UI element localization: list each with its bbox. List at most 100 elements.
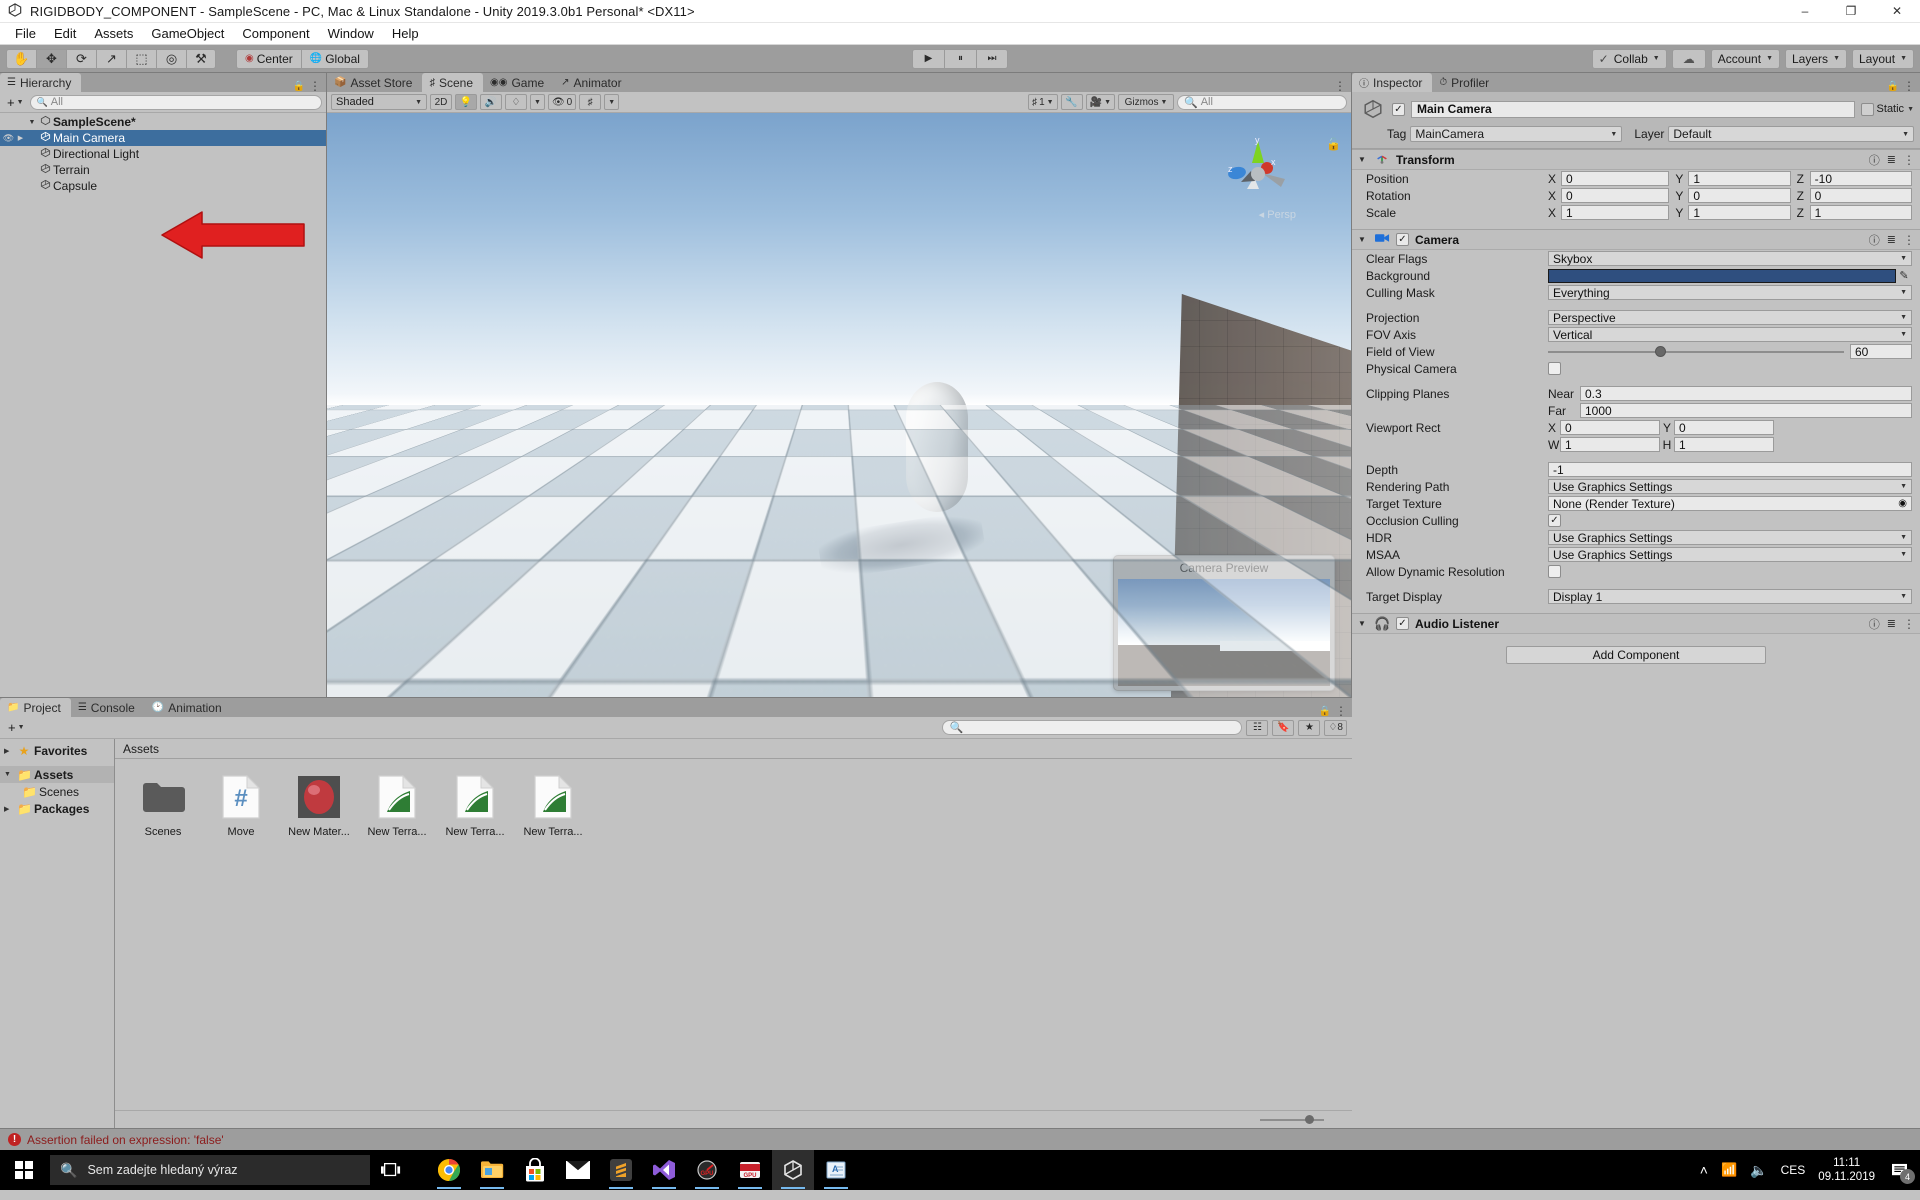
preset-icon[interactable]: ≣ xyxy=(1887,233,1896,246)
tab-hierarchy[interactable]: ☰ Hierarchy xyxy=(0,73,82,92)
asset-item-new-terrain-2[interactable]: New Terra... xyxy=(437,773,513,838)
asset-item-new-terrain-3[interactable]: New Terra... xyxy=(515,773,591,838)
viewport-x-value[interactable]: 0 xyxy=(1560,420,1660,435)
minimize-button[interactable]: – xyxy=(1782,0,1828,23)
project-search-input[interactable]: 🔍 xyxy=(942,720,1243,735)
expand-triangle-icon[interactable]: ▶ xyxy=(4,805,14,813)
visual-studio-icon[interactable] xyxy=(643,1150,685,1190)
expand-triangle-icon[interactable]: ▶ xyxy=(4,747,14,755)
component-menu-icon[interactable]: ⋮ xyxy=(1903,154,1915,166)
project-tree-scenes[interactable]: 📁 Scenes xyxy=(0,783,114,800)
allow-dynamic-resolution-checkbox[interactable] xyxy=(1548,565,1561,578)
wordpad-icon[interactable]: A xyxy=(815,1150,857,1190)
tag-dropdown[interactable]: MainCamera ▼ xyxy=(1410,126,1623,142)
project-tree-favorites[interactable]: ▶ ★ Favorites xyxy=(0,742,114,759)
expand-triangle-icon[interactable]: ▼ xyxy=(26,119,38,126)
menu-window[interactable]: Window xyxy=(319,24,383,43)
fx-dropdown-icon[interactable]: ▼ xyxy=(530,94,545,110)
hierarchy-menu-icon[interactable]: ⋮ xyxy=(309,80,321,92)
file-explorer-icon[interactable] xyxy=(471,1150,513,1190)
asset-item-new-terrain-1[interactable]: New Terra... xyxy=(359,773,435,838)
preset-icon[interactable]: ≣ xyxy=(1887,153,1896,166)
tab-scene[interactable]: ♯ Scene xyxy=(422,73,484,92)
static-toggle[interactable]: Static ▼ xyxy=(1860,102,1914,116)
speaker-icon[interactable]: 🔊 xyxy=(480,94,502,110)
help-icon[interactable]: ⓘ xyxy=(1869,616,1880,632)
create-button[interactable]: + ▼ xyxy=(4,95,27,110)
volume-icon[interactable]: 🔈 xyxy=(1750,1162,1767,1179)
close-button[interactable]: ✕ xyxy=(1874,0,1920,23)
layer-dropdown[interactable]: Default ▼ xyxy=(1668,126,1914,142)
capsule-object[interactable] xyxy=(905,381,968,512)
asset-item-move[interactable]: # Move xyxy=(203,773,279,838)
collapse-triangle-icon[interactable]: ▼ xyxy=(1358,235,1368,244)
grid-dropdown-icon[interactable]: ▼ xyxy=(604,94,620,110)
filter-favorite-icon[interactable]: ★ xyxy=(1298,719,1321,736)
viewport-h-value[interactable]: 1 xyxy=(1674,437,1774,452)
depth-value[interactable]: -1 xyxy=(1548,462,1912,477)
gizmos-button[interactable]: Gizmos ▼ xyxy=(1118,94,1174,110)
grid-snap-icon[interactable]: ♯ xyxy=(579,94,602,110)
slider-knob[interactable] xyxy=(1654,346,1666,357)
component-header-camera[interactable]: ▼ ✓ Camera ⓘ ≣ ⋮ xyxy=(1352,229,1920,250)
clear-flags-dropdown[interactable]: Skybox ▼ xyxy=(1548,251,1912,266)
scene-menu-icon[interactable]: ⋮ xyxy=(1334,80,1346,92)
task-view-icon[interactable] xyxy=(370,1150,412,1190)
help-icon[interactable]: ⓘ xyxy=(1869,152,1880,168)
hierarchy-item-main-camera[interactable]: 👁 ▶ Main Camera xyxy=(0,130,326,146)
gameobject-icon[interactable] xyxy=(1360,97,1386,121)
lightbulb-icon[interactable]: 💡 xyxy=(455,94,477,110)
expand-triangle-icon[interactable]: ▼ xyxy=(4,771,14,778)
scene-search-input[interactable]: 🔍 All xyxy=(1177,94,1347,110)
play-button[interactable]: ▶ xyxy=(912,48,944,69)
orientation-gizmo[interactable]: y z x xyxy=(1221,137,1295,211)
visibility-toggle-icon[interactable]: 👁 xyxy=(2,133,15,144)
occlusion-culling-checkbox[interactable]: ✓ xyxy=(1548,514,1561,527)
tab-game[interactable]: ◉◉ Game xyxy=(483,73,555,92)
position-x[interactable]: X0 xyxy=(1548,171,1670,186)
transform-tool-icon[interactable]: ◎ xyxy=(156,48,186,69)
scale-x[interactable]: X1 xyxy=(1548,205,1670,220)
collapse-triangle-icon[interactable]: ▼ xyxy=(1358,155,1368,164)
eyedropper-icon[interactable]: ✎ xyxy=(1896,269,1912,282)
lock-icon[interactable]: 🔒 xyxy=(1319,706,1331,717)
collapse-triangle-icon[interactable]: ▼ xyxy=(1358,619,1368,628)
viewport-y-value[interactable]: 0 xyxy=(1674,420,1774,435)
field-of-view-slider[interactable] xyxy=(1548,344,1844,359)
tab-project[interactable]: 📁 Project xyxy=(0,698,71,717)
menu-file[interactable]: File xyxy=(6,24,45,43)
projection-mode-label[interactable]: ◂ Persp xyxy=(1259,208,1296,221)
filter-type-icon[interactable]: ☷ xyxy=(1246,719,1269,736)
custom-tool-icon[interactable]: ⚒ xyxy=(186,48,216,69)
object-picker-icon[interactable]: ◉ xyxy=(1898,498,1907,509)
toggle-2d-button[interactable]: 2D xyxy=(430,94,452,110)
clock[interactable]: 11:11 09.11.2019 xyxy=(1818,1156,1875,1184)
inspector-menu-icon[interactable]: ⋮ xyxy=(1903,80,1915,92)
layers-button[interactable]: Layers ▼ xyxy=(1785,48,1847,69)
scale-tool-icon[interactable]: ↗ xyxy=(96,48,126,69)
layout-button[interactable]: Layout ▼ xyxy=(1852,48,1914,69)
rect-tool-icon[interactable]: ⬚ xyxy=(126,48,156,69)
component-menu-icon[interactable]: ⋮ xyxy=(1903,618,1915,630)
hidden-objects-button[interactable]: 👁 0 xyxy=(547,94,577,110)
language-indicator[interactable]: CES xyxy=(1781,1163,1806,1177)
hierarchy-item-directional-light[interactable]: Directional Light xyxy=(0,146,326,162)
project-create-button[interactable]: + ▼ xyxy=(5,720,28,735)
unity-icon[interactable] xyxy=(772,1150,814,1190)
account-button[interactable]: Account ▼ xyxy=(1710,48,1780,69)
component-header-transform[interactable]: ▼ Transform ⓘ ≣ ⋮ xyxy=(1352,149,1920,170)
hdr-dropdown[interactable]: Use Graphics Settings ▼ xyxy=(1548,530,1912,545)
hierarchy-search-input[interactable]: 🔍 All xyxy=(29,94,322,110)
handle-mode-button[interactable]: 🌐 Global xyxy=(300,48,369,69)
maximize-button[interactable]: ❐ xyxy=(1828,0,1874,23)
pause-button[interactable]: ⏸ xyxy=(944,48,976,69)
tab-animator[interactable]: ↗ Animator xyxy=(554,73,632,92)
gizmo-lock-icon[interactable]: 🔓 xyxy=(1326,137,1341,151)
notification-icon[interactable]: 4 xyxy=(1888,1159,1915,1184)
wrench-icon[interactable]: 🔧 xyxy=(1060,94,1083,110)
tab-asset-store[interactable]: 📦 Asset Store xyxy=(327,73,423,92)
culling-mask-dropdown[interactable]: Everything ▼ xyxy=(1548,285,1912,300)
pivot-mode-button[interactable]: ◉ Center xyxy=(236,48,301,69)
hierarchy-item-terrain[interactable]: Terrain xyxy=(0,162,326,178)
rotate-tool-icon[interactable]: ⟳ xyxy=(66,48,96,69)
